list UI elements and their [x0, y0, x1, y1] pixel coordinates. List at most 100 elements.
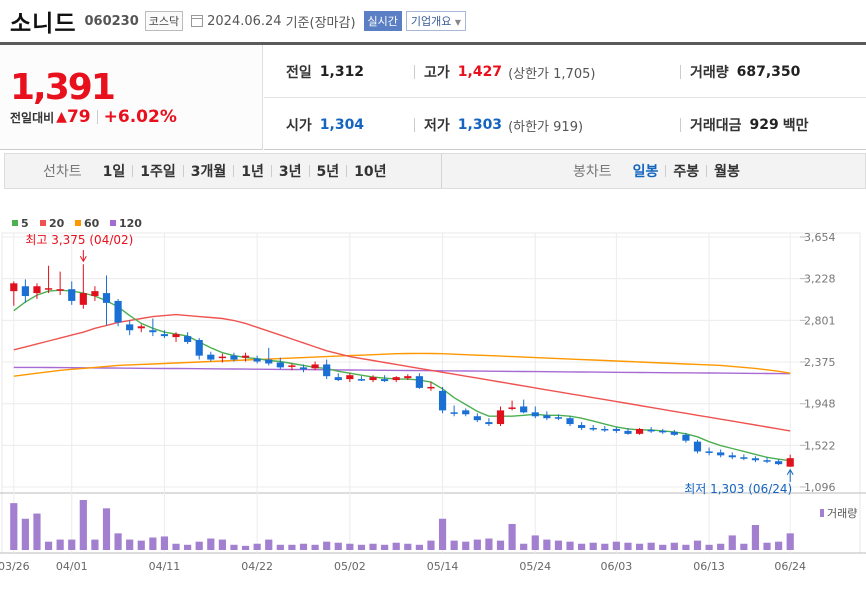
x-tick-label: 05/14 — [427, 560, 459, 573]
volume-legend-label: 거래량 — [827, 507, 857, 520]
ma5-line — [13, 289, 791, 462]
volume-bar — [207, 538, 215, 550]
volume-bar — [357, 544, 366, 550]
candle-body — [566, 418, 574, 425]
volume-bar — [485, 538, 493, 550]
volume-bar — [346, 543, 354, 550]
candle-body — [276, 362, 284, 368]
y-tick-label: 1,522 — [804, 439, 836, 452]
candle-body — [91, 291, 99, 297]
x-tick-label: 05/02 — [334, 560, 366, 573]
candle-body — [149, 330, 157, 333]
legend-label: 120 — [119, 217, 142, 230]
candle-body — [485, 422, 493, 425]
volume-bar — [33, 513, 41, 550]
volume-bar — [241, 545, 250, 550]
candle-body — [438, 390, 447, 411]
y-tick-label: 3,228 — [804, 273, 836, 286]
candle-body — [543, 415, 551, 419]
x-tick-label: 06/24 — [774, 560, 806, 573]
volume-bar — [543, 539, 551, 550]
candle-body — [195, 340, 203, 356]
candle-body — [682, 434, 690, 441]
candle-body — [334, 377, 342, 381]
legend-swatch — [40, 220, 46, 226]
volume-bar — [531, 535, 539, 550]
volume-bar — [218, 539, 226, 550]
x-tick-label: 04/22 — [241, 560, 273, 573]
volume-bar — [68, 539, 76, 550]
candle-body — [601, 428, 609, 431]
candle-body — [184, 336, 192, 342]
candle-body — [531, 412, 539, 417]
candle-body — [635, 428, 644, 434]
candle-body — [415, 376, 423, 388]
legend-label: 20 — [49, 217, 65, 230]
candle-body — [369, 377, 377, 381]
volume-bar — [705, 544, 713, 550]
volume-bar — [195, 541, 203, 550]
y-tick-label: 1,948 — [804, 398, 836, 411]
candle-body — [102, 293, 111, 303]
volume-bar — [56, 539, 64, 550]
candle-body — [786, 458, 794, 467]
volume-bar — [520, 543, 528, 550]
candle-body — [311, 364, 319, 369]
candle-body — [10, 283, 18, 292]
y-tick-label: 1,096 — [804, 481, 836, 494]
volume-bar — [184, 544, 192, 550]
candlestick-chart: 3,654 3,228 2,801 2,375 1,948 1,522 1,096 03/26… — [0, 217, 866, 573]
candle-body — [392, 377, 400, 381]
volume-bar — [334, 542, 342, 550]
candle-body — [346, 375, 354, 380]
candle-body — [670, 431, 678, 435]
candle-body — [728, 455, 736, 458]
volume-bar — [21, 518, 29, 550]
y-tick-label: 2,375 — [804, 356, 836, 369]
candle-body — [763, 460, 771, 462]
volume-bar — [126, 539, 134, 550]
candle-body — [647, 429, 655, 432]
volume-bar — [265, 539, 273, 550]
candle-body — [253, 358, 261, 362]
volume-bar — [578, 543, 586, 550]
volume-bar — [172, 543, 180, 550]
volume-legend-swatch — [820, 509, 824, 517]
volume-bar — [473, 539, 481, 550]
volume-bar — [230, 544, 238, 550]
candle-body — [241, 355, 250, 358]
candle-body — [717, 452, 725, 456]
volume-bar — [554, 540, 563, 550]
candle-body — [33, 286, 41, 294]
candle-body — [740, 457, 748, 459]
volume-bar — [682, 544, 690, 550]
volume-bar — [415, 544, 423, 550]
volume-bar — [369, 543, 377, 550]
candle-body — [578, 425, 586, 428]
candle-body — [265, 359, 273, 364]
volume-bar — [462, 541, 470, 550]
volume-bar — [427, 540, 435, 550]
volume-bar — [288, 544, 296, 550]
volume-bar — [102, 508, 111, 550]
candle-body — [624, 430, 632, 434]
candle-body — [427, 386, 435, 389]
candle-body — [207, 354, 215, 360]
y-tick-label: 3,654 — [804, 231, 836, 244]
candle-body — [56, 289, 64, 291]
ma120-line — [13, 366, 791, 375]
volume-bar — [740, 543, 748, 550]
volume-bar — [79, 500, 87, 550]
candle-body — [172, 334, 180, 338]
volume-bar — [149, 537, 157, 550]
volume-bar — [44, 541, 53, 550]
volume-bar — [635, 543, 644, 550]
volume-bar — [137, 540, 145, 550]
candle-body — [554, 417, 563, 419]
volume-bar — [10, 503, 18, 550]
legend-label: 60 — [84, 217, 100, 230]
candle-body — [299, 367, 308, 370]
volume-bar — [717, 543, 725, 550]
volume-bar — [508, 523, 516, 550]
volume-bar — [763, 542, 771, 550]
